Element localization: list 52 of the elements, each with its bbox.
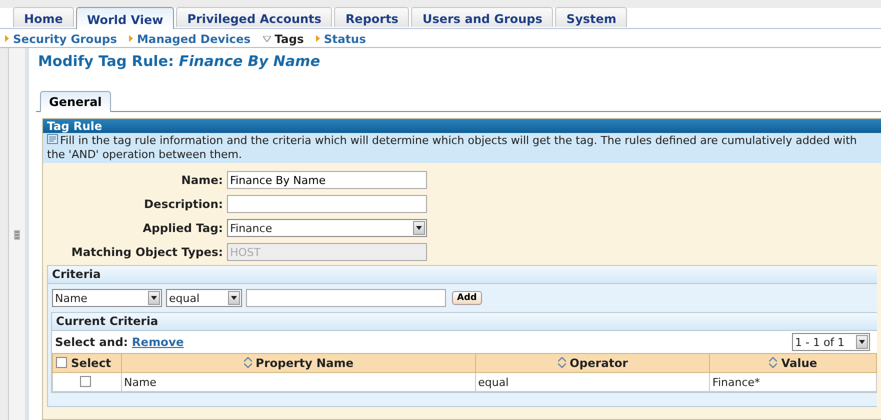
sort-icon — [558, 357, 566, 368]
input-field[interactable]: Finance By Name — [227, 171, 427, 189]
sort-icon — [769, 357, 778, 368]
subnav-link[interactable]: Managed Devices — [128, 30, 251, 47]
info-icon — [47, 134, 58, 145]
field-label: Name: — [180, 173, 223, 187]
remove-link[interactable]: Remove — [132, 335, 184, 349]
subnav-link[interactable]: Security Groups — [5, 30, 117, 47]
caret-icon — [316, 35, 320, 42]
field-label: Matching Object Types: — [70, 245, 223, 259]
checkbox[interactable] — [80, 376, 90, 386]
caret-icon — [5, 35, 9, 42]
field-label: Description: — [143, 197, 223, 211]
value-input[interactable] — [246, 289, 446, 307]
nav-tab[interactable]: Users and Groups — [411, 7, 554, 27]
form-tab[interactable]: General — [40, 91, 111, 112]
nav-tab[interactable]: Privileged Accounts — [176, 7, 332, 27]
dropdown-arrow-icon — [151, 296, 157, 300]
caret-icon — [262, 36, 271, 42]
operator-dropdown[interactable]: equal — [166, 289, 242, 307]
column-header[interactable]: Value — [710, 354, 876, 372]
column-header[interactable]: Operator — [476, 354, 710, 372]
dropdown-arrow-icon — [231, 296, 237, 300]
dropdown-arrow-icon — [416, 226, 422, 230]
checkbox[interactable] — [56, 357, 67, 368]
current-criteria-header: Current Criteria — [52, 313, 877, 331]
dropdown-arrow-icon — [859, 340, 865, 344]
criteria-header: Criteria — [48, 266, 877, 284]
page-title: Modify Tag Rule: Finance By Name — [38, 54, 322, 70]
subnav-link[interactable]: Status — [316, 30, 366, 47]
add-button[interactable]: Add — [452, 291, 482, 305]
table-cell: equal — [476, 372, 710, 392]
subnav-link[interactable]: Tags — [262, 30, 304, 47]
info-text: Fill in the tag rule information and the criteria which will determine which objects will get the tag. The rules defined are cumulatively added with the 'AND' operation between them. — [47, 134, 858, 162]
sort-icon — [244, 357, 252, 368]
field-label: Applied Tag: — [142, 221, 223, 235]
nav-tab[interactable]: Home — [13, 7, 74, 27]
column-header[interactable]: Property Name — [122, 354, 476, 372]
caret-icon — [128, 35, 133, 42]
nav-tab[interactable]: Reports — [334, 7, 410, 27]
input-field[interactable] — [227, 195, 427, 213]
tag-dropdown[interactable]: Finance — [227, 219, 427, 237]
property-dropdown[interactable]: Name — [52, 289, 162, 307]
select-label: Select and: — [55, 335, 128, 349]
collapse-handle-icon[interactable] — [14, 230, 20, 240]
pager-dropdown[interactable]: 1 - 1 of 1 — [792, 333, 870, 351]
column-header[interactable]: Select — [52, 354, 122, 372]
nav-tab[interactable]: System — [555, 7, 628, 27]
nav-tab[interactable]: World View — [76, 7, 174, 29]
table-cell: Name — [122, 372, 476, 392]
table-cell: Finance* — [710, 372, 876, 392]
panel-header: Tag Rule — [43, 119, 881, 133]
